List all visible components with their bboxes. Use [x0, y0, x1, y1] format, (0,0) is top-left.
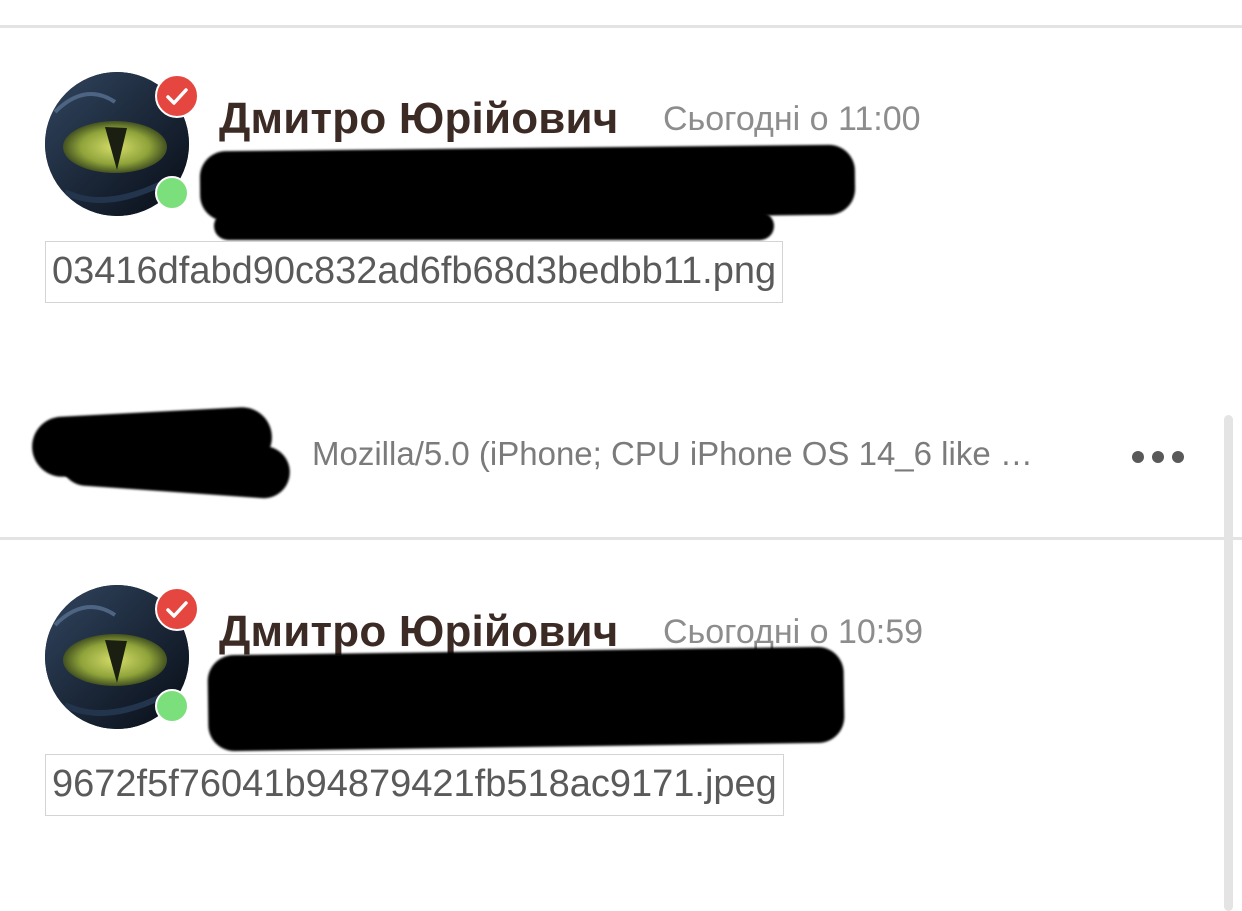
- check-icon: [166, 88, 188, 105]
- online-status-dot: [155, 176, 189, 210]
- divider-top: [0, 25, 1242, 28]
- avatar-container[interactable]: [45, 72, 199, 218]
- message-time: Сьогодні о 10:59: [663, 613, 924, 651]
- message-feed: Дмитро Юрійович Сьогодні о 11:00 03416df…: [0, 0, 1242, 911]
- check-icon: [166, 601, 188, 618]
- scrollbar[interactable]: [1224, 415, 1233, 911]
- attachment-file-link[interactable]: 9672f5f76041b94879421fb518ac9171.jpeg: [45, 754, 784, 816]
- redacted-message-text-tail: [214, 212, 774, 240]
- attachment-file-link[interactable]: 03416dfabd90c832ad6fb68d3bedbb11.png: [45, 241, 784, 303]
- avatar-container[interactable]: [45, 585, 199, 731]
- message-time: Сьогодні о 11:00: [663, 100, 921, 138]
- author-name[interactable]: Дмитро Юрійович: [219, 94, 619, 144]
- session-row: Mozilla/5.0 (iPhone; CPU iPhone OS 14_6 …: [0, 400, 1242, 510]
- divider-middle: [0, 537, 1242, 540]
- redacted-message-text: [207, 646, 845, 752]
- verified-badge: [155, 587, 199, 631]
- more-horizontal-icon: [1132, 451, 1184, 463]
- user-agent-text: Mozilla/5.0 (iPhone; CPU iPhone OS 14_6 …: [312, 435, 1033, 472]
- online-status-dot: [155, 689, 189, 723]
- redacted-message-text: [199, 144, 856, 222]
- verified-badge: [155, 74, 199, 118]
- author-name[interactable]: Дмитро Юрійович: [219, 607, 619, 657]
- more-options-button[interactable]: [1126, 444, 1192, 470]
